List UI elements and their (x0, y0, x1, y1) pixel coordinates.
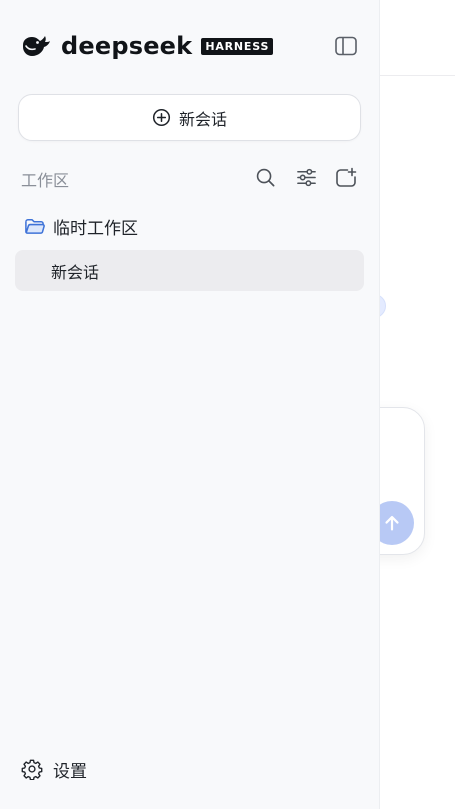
filter-icon (296, 168, 316, 186)
workspace-new-folder-button[interactable] (334, 165, 358, 189)
sidebar: deepseek HARNESS 新会话 工作区 临时工作区 新会话 设置 (0, 0, 380, 809)
new-chat-label: 新会话 (178, 109, 227, 129)
settings-label: 设置 (53, 761, 87, 782)
sidebar-toggle-icon (335, 36, 357, 56)
workspace-header: 工作区 (21, 162, 361, 192)
sidebar-toggle-button[interactable] (333, 33, 359, 59)
new-chat-button[interactable]: 新会话 (18, 94, 361, 141)
settings-button[interactable]: 设置 (21, 755, 87, 783)
gear-icon (21, 759, 43, 780)
new-folder-icon (336, 167, 357, 187)
folder-open-icon (25, 219, 45, 234)
whale-icon (23, 36, 50, 56)
session-label: 新会话 (51, 262, 100, 282)
plus-circle-icon (152, 108, 171, 127)
brand-name: deepseek (61, 32, 193, 60)
session-item-new-chat[interactable]: 新会话 (15, 250, 364, 291)
folder-label: 临时工作区 (53, 218, 138, 239)
app-window: deepseek HARNESS 新会话 工作区 临时工作区 新会话 设置 (0, 0, 455, 809)
brand-badge: HARNESS (201, 37, 274, 55)
main-header (380, 0, 455, 76)
workspace-search-button[interactable] (253, 165, 277, 189)
workspace-title: 工作区 (21, 171, 70, 190)
search-icon (256, 168, 274, 186)
arrow-up-icon (385, 515, 399, 531)
workspace-filter-button[interactable] (294, 165, 318, 189)
brand-logo: deepseek HARNESS (20, 31, 274, 61)
workspace-folder-temp[interactable]: 临时工作区 (24, 212, 138, 240)
